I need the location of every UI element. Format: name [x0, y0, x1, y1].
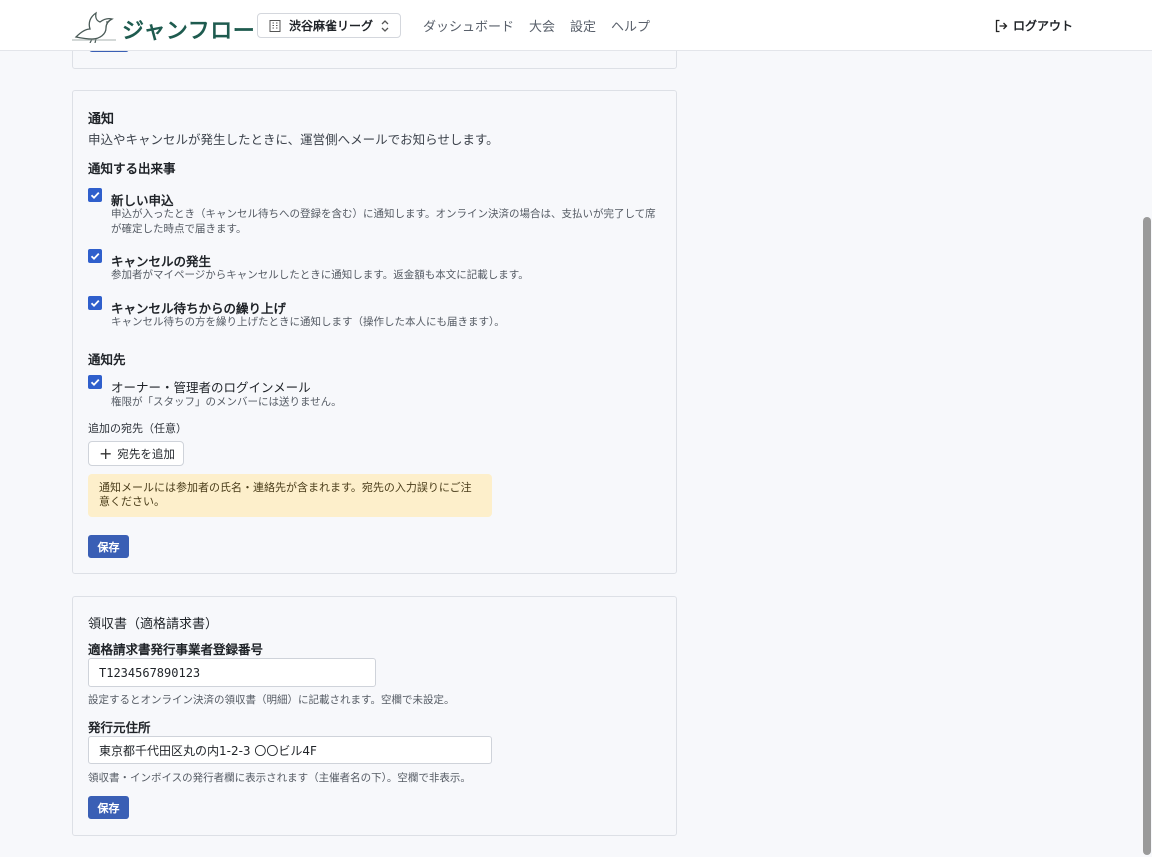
scrollbar-thumb[interactable] [1143, 217, 1151, 855]
issuer-address-input[interactable]: 東京都千代田区丸の内1-2-3 〇〇ビル4F [88, 736, 492, 764]
extra-recipients-label: 追加の宛先（任意） [88, 422, 187, 435]
events-heading: 通知する出来事 [88, 161, 176, 176]
notification-settings-card: 通知 申込やキャンセルが発生したときに、運営側へメールでお知らせします。 通知す… [72, 90, 677, 574]
option-help: 参加者がマイページからキャンセルしたときに通知します。返金額も本文に記載します。 [111, 269, 529, 281]
add-recipient-label: 宛先を追加 [117, 446, 175, 461]
option-help: 権限が「スタッフ」のメンバーには送りません。 [111, 396, 342, 408]
save-button[interactable]: 保存 [88, 796, 129, 819]
new-application-checkbox[interactable] [88, 188, 102, 202]
main-nav: ダッシュボード 大会 設定 ヘルプ [423, 16, 665, 35]
org-select[interactable]: 渋谷麻雀リーグ [257, 13, 401, 38]
nav-help[interactable]: ヘルプ [611, 16, 650, 35]
receipt-settings-card: 領収書（適格請求書） 適格請求書発行事業者登録番号 T1234567890123… [72, 596, 677, 836]
plus-icon: + [99, 443, 113, 463]
card-title: 通知 [88, 112, 115, 127]
registration-number-label: 適格請求書発行事業者登録番号 [88, 642, 264, 657]
cancellation-checkbox[interactable] [88, 249, 102, 263]
privacy-warning: 通知メールには参加者の氏名・連絡先が含まれます。宛先の入力誤りにご注意ください。 [88, 474, 492, 517]
chevron-up-down-icon [381, 20, 389, 32]
option-label: オーナー・管理者のログインメール [111, 380, 311, 395]
building-icon [269, 19, 281, 32]
option-help: キャンセル待ちの方を繰り上げたときに通知します（操作した本人にも届きます）。 [111, 316, 505, 328]
logout-label: ログアウト [1013, 19, 1074, 33]
app-logo[interactable]: ジャンフロー [72, 9, 255, 44]
check-icon [90, 378, 100, 386]
issuer-address-label: 発行元住所 [88, 720, 151, 735]
card-title: 領収書（適格請求書） [88, 617, 219, 632]
check-icon [90, 252, 100, 260]
waitlist-promotion-checkbox[interactable] [88, 296, 102, 310]
save-button[interactable]: 保存 [88, 535, 129, 558]
logo-text: ジャンフロー [122, 19, 256, 44]
registration-number-input[interactable]: T1234567890123 [88, 658, 376, 687]
top-header: ジャンフロー 渋谷麻雀リーグ ダッシュボード 大会 設定 ヘルプ ログアウト [0, 0, 1152, 51]
org-select-label: 渋谷麻雀リーグ [289, 19, 374, 33]
registration-number-help: 設定するとオンライン決済の領収書（明細）に記載されます。空欄で未設定。 [88, 694, 455, 706]
nav-tournaments[interactable]: 大会 [529, 16, 555, 35]
check-icon [90, 191, 100, 199]
issuer-address-help: 領収書・インボイスの発行者欄に表示されます（主催者名の下）。空欄で非表示。 [88, 772, 471, 784]
check-icon [90, 299, 100, 307]
logout-button[interactable]: ログアウト [994, 17, 1073, 34]
add-recipient-button[interactable]: + 宛先を追加 [88, 441, 184, 466]
nav-settings[interactable]: 設定 [570, 16, 596, 35]
bird-logo-icon [72, 11, 116, 43]
logout-icon [995, 19, 1008, 32]
nav-dashboard[interactable]: ダッシュボード [423, 16, 514, 35]
recipients-heading: 通知先 [88, 352, 126, 367]
option-help: 申込が入ったとき（キャンセル待ちへの登録を含む）に通知します。オンライン決済の場… [111, 208, 656, 235]
owner-email-checkbox[interactable] [88, 375, 102, 389]
card-description: 申込やキャンセルが発生したときに、運営側へメールでお知らせします。 [88, 132, 499, 147]
